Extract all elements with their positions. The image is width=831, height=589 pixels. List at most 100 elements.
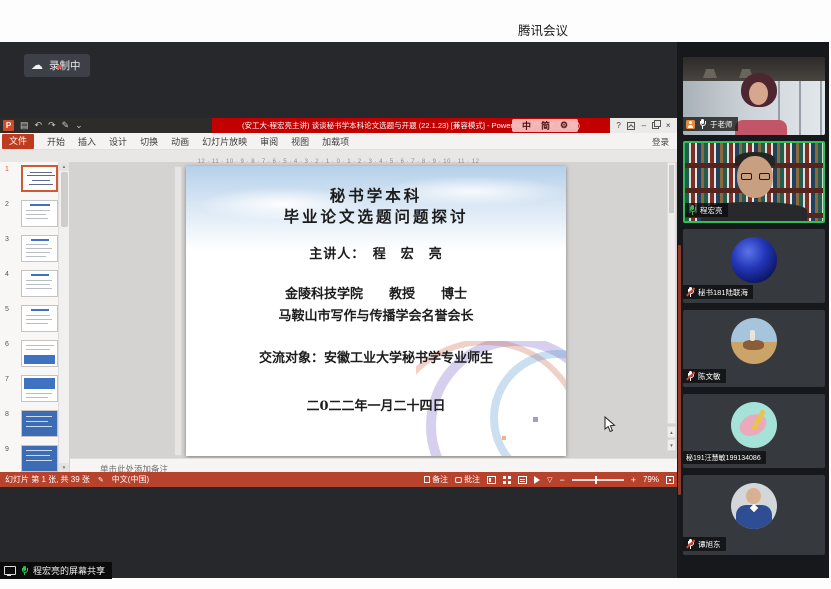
tab-insert[interactable]: 插入 (78, 135, 96, 148)
participant-tile-6[interactable]: 谭旭东 (683, 475, 825, 555)
redo-icon[interactable]: ↷ (48, 118, 56, 133)
fit-options-icon[interactable]: ▽ (547, 476, 552, 484)
save-icon[interactable]: ▤ (20, 118, 29, 133)
slide-thumbnail-9[interactable] (21, 445, 58, 472)
scrollbar-thumb[interactable] (61, 172, 68, 227)
qat-customize-icon[interactable]: ⌄ (75, 118, 83, 133)
comments-toggle-button[interactable]: 批注 (455, 474, 480, 485)
participant-tile-2-active-speaker[interactable]: 程宏亮 (683, 141, 825, 223)
notes-pane[interactable]: 单击此处添加备注 (70, 458, 677, 472)
close-button[interactable]: × (666, 118, 671, 133)
slide-thumbnail-4[interactable] (21, 270, 58, 297)
slide-thumbnail-2[interactable] (21, 200, 58, 227)
undo-icon[interactable]: ↶ (35, 118, 43, 133)
reading-view-button[interactable] (518, 476, 527, 484)
slide-thumbnail-3[interactable] (21, 235, 58, 262)
previous-slide-button[interactable]: ▲ (667, 426, 676, 438)
slide-title-line1[interactable]: 秘书学本科 (330, 184, 423, 206)
thumb-number: 3 (5, 236, 9, 243)
slide-speaker-line[interactable]: 主讲人： 程 宏 亮 (309, 243, 443, 262)
ime-toolbar[interactable]: 中 简 ⚙ (512, 119, 578, 132)
zoom-slider-thumb[interactable] (595, 476, 597, 484)
fit-to-window-button[interactable] (666, 476, 674, 484)
zoom-slider[interactable] (572, 479, 624, 481)
scroll-down-icon[interactable]: ▼ (59, 463, 69, 472)
sidebar-scrollbar[interactable] (678, 245, 681, 495)
participant-label: 秘书181陆联海 (683, 285, 753, 299)
slide-thumbnail-8[interactable] (21, 410, 58, 437)
participant-tile-4[interactable]: 陈文敏 (683, 310, 825, 387)
participant-label: 程宏亮 (685, 203, 728, 217)
ime-settings-gear-icon[interactable]: ⚙ (560, 120, 568, 131)
minimize-button[interactable]: – (642, 118, 646, 133)
tab-transitions[interactable]: 切换 (140, 135, 158, 148)
mic-muted-icon (686, 539, 695, 549)
meeting-stage: ☁ 录制中 P ▤ ↶ ↷ ✎ ⌄ (安工大-程宏亮主讲) 谈谈秘书学本科论文选… (0, 42, 831, 578)
presenter-mic-icon (20, 566, 29, 576)
thumbnail-scrollbar[interactable]: ▲ ▼ (58, 162, 69, 472)
participant-tile-1[interactable]: 于老师 (683, 57, 825, 135)
slide-thumbnail-7[interactable] (21, 375, 58, 402)
slide-date-line[interactable]: 二0二二年一月二十四日 (306, 395, 445, 414)
tab-animations[interactable]: 动画 (171, 135, 189, 148)
record-dot-icon (57, 65, 61, 69)
participant-label: 谭旭东 (683, 537, 726, 551)
slide-thumbnail-1[interactable] (21, 165, 58, 192)
slide-scrollbar[interactable] (667, 162, 676, 424)
notes-icon (424, 476, 430, 483)
sign-in-link[interactable]: 登录 (652, 136, 669, 148)
app-title-bar: 腾讯会议 (0, 0, 831, 42)
participant-tile-5[interactable]: 秘191汪慧敏199134086 (683, 394, 825, 468)
slideshow-view-button[interactable] (534, 476, 540, 484)
tab-review[interactable]: 审阅 (260, 135, 278, 148)
screen-share-indicator[interactable]: 程宏亮的屏幕共享 (0, 562, 112, 579)
tab-design[interactable]: 设计 (109, 135, 127, 148)
tab-addins[interactable]: 加载项 (322, 135, 349, 148)
ribbon-options-button[interactable] (627, 122, 635, 130)
powerpoint-logo-icon[interactable]: P (3, 120, 14, 131)
monitor-icon (4, 566, 16, 575)
zoom-percent[interactable]: 79% (643, 475, 659, 484)
spellcheck-icon[interactable]: ✎ (98, 476, 104, 484)
next-slide-button[interactable]: ▼ (667, 439, 676, 451)
touch-mode-icon[interactable]: ✎ (62, 118, 70, 133)
slide-sorter-view-button[interactable] (503, 476, 506, 479)
normal-view-button[interactable] (487, 476, 496, 484)
tab-file[interactable]: 文件 (2, 134, 34, 149)
mic-on-icon (698, 119, 707, 129)
participant-tile-3[interactable]: 秘书181陆联海 (683, 229, 825, 303)
zoom-out-button[interactable]: − (559, 475, 564, 485)
slide-audience-line[interactable]: 交流对象：安徽工业大学秘书学专业师生 (259, 347, 493, 366)
comments-label: 批注 (464, 474, 480, 485)
participant-name: 程宏亮 (700, 205, 723, 216)
language-label[interactable]: 中文(中国) (112, 474, 149, 485)
slide-title-line2[interactable]: 毕业论文选题问题探讨 (283, 205, 468, 227)
scroll-up-icon[interactable]: ▲ (59, 162, 69, 171)
help-button[interactable]: ? (616, 118, 620, 133)
ime-lang-label[interactable]: 中 (522, 119, 531, 132)
restore-button[interactable] (652, 122, 659, 129)
ime-mode-label[interactable]: 简 (541, 119, 550, 132)
slide-counter: 幻灯片 第 1 张, 共 39 张 (5, 474, 90, 485)
mic-speaking-icon (688, 205, 697, 215)
zoom-in-button[interactable]: + (631, 475, 636, 485)
tab-slideshow[interactable]: 幻灯片放映 (202, 135, 247, 148)
tab-home[interactable]: 开始 (47, 135, 65, 148)
quick-access-toolbar: P ▤ ↶ ↷ ✎ ⌄ (0, 118, 212, 133)
thumb-number: 8 (5, 411, 9, 418)
mouse-cursor (604, 416, 616, 433)
vertical-ruler (174, 166, 182, 456)
scrollbar-thumb[interactable] (669, 165, 674, 213)
participant-label: 秘191汪慧敏199134086 (683, 451, 766, 464)
slide-affiliation-line2[interactable]: 马鞍山市写作与传播学会名誉会长 (278, 305, 473, 324)
thumb-number: 7 (5, 376, 9, 383)
notes-toggle-button[interactable]: 备注 (424, 474, 448, 485)
slide-thumbnail-6[interactable] (21, 340, 58, 367)
tab-view[interactable]: 视图 (291, 135, 309, 148)
recording-indicator[interactable]: ☁ 录制中 (24, 54, 90, 77)
slide-thumbnail-5[interactable] (21, 305, 58, 332)
slide-canvas[interactable]: 秘书学本科 毕业论文选题问题探讨 主讲人： 程 宏 亮 金陵科技学院 教授 博士… (186, 166, 566, 456)
participant-name: 于老师 (710, 119, 733, 130)
ppt-title-bar: P ▤ ↶ ↷ ✎ ⌄ (安工大-程宏亮主讲) 谈谈秘书学本科论文选题与开题 (… (0, 118, 677, 133)
slide-affiliation-line1[interactable]: 金陵科技学院 教授 博士 (285, 283, 467, 302)
